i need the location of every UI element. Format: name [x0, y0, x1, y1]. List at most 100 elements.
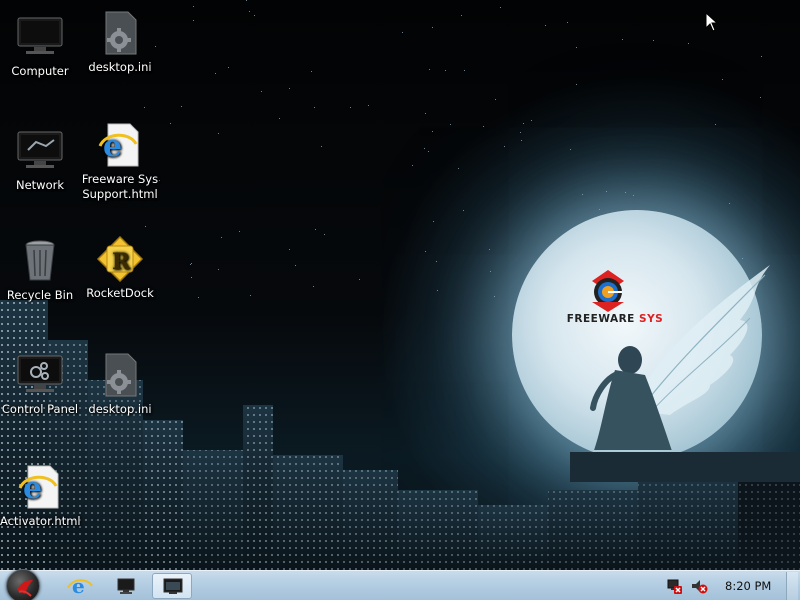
- star: [520, 132, 521, 133]
- star: [429, 69, 430, 70]
- window-icon: [163, 578, 183, 594]
- star: [239, 231, 240, 232]
- star: [144, 107, 145, 108]
- star: [531, 120, 532, 121]
- star: [246, 0, 247, 1]
- star: [567, 22, 568, 23]
- star: [495, 99, 496, 100]
- star: [489, 249, 490, 250]
- star: [433, 221, 434, 222]
- star: [653, 40, 654, 41]
- desktop-icon-label: Network: [15, 178, 65, 192]
- star: [729, 203, 730, 204]
- star: [289, 88, 290, 89]
- start-button[interactable]: [6, 569, 40, 600]
- star: [622, 39, 623, 40]
- taskbar-clock[interactable]: 8:20 PM: [725, 579, 771, 593]
- star: [521, 140, 522, 141]
- star: [633, 195, 634, 196]
- star: [523, 123, 524, 124]
- star: [254, 15, 255, 16]
- taskbar-button-internet-explorer[interactable]: e: [60, 573, 100, 599]
- desktop-icon-freeware-sys-support[interactable]: e Freeware Sys Support.html: [80, 122, 160, 202]
- star: [170, 123, 171, 124]
- svg-text:e: e: [72, 574, 85, 598]
- desktop-icon-label: RocketDock: [86, 286, 154, 300]
- star: [464, 70, 465, 71]
- star: [500, 7, 501, 8]
- star: [324, 234, 325, 235]
- star: [458, 168, 459, 169]
- star: [311, 71, 312, 72]
- star: [424, 148, 425, 149]
- settings-file-icon: [96, 10, 144, 56]
- star: [715, 124, 716, 125]
- star: [432, 131, 433, 132]
- computer-icon: [16, 14, 64, 60]
- desktop-icon-computer[interactable]: Computer: [0, 14, 80, 79]
- show-desktop-button[interactable]: [786, 572, 798, 600]
- star: [402, 32, 403, 33]
- star: [261, 91, 262, 92]
- star: [181, 106, 182, 107]
- html-file-icon: e: [16, 464, 64, 510]
- star: [191, 263, 192, 264]
- network-error-icon[interactable]: [666, 578, 682, 594]
- star: [218, 133, 219, 134]
- star: [193, 20, 194, 21]
- desktop-icon-label: desktop.ini: [88, 60, 152, 74]
- brand-wordmark: FREEWARE SYS: [540, 313, 690, 325]
- star: [350, 107, 351, 108]
- desktop-icon-recycle-bin[interactable]: Recycle Bin: [0, 238, 80, 303]
- star: [483, 126, 484, 127]
- desktop-icon-label: Control Panel: [1, 402, 79, 416]
- desktop-icon-label: Computer: [11, 64, 69, 78]
- star: [191, 277, 192, 278]
- mouse-cursor-icon: [705, 12, 719, 32]
- star: [425, 113, 426, 114]
- star: [599, 209, 600, 210]
- desktop-icon-desktop-ini[interactable]: desktop.ini: [80, 10, 160, 75]
- html-file-icon: e: [96, 122, 144, 168]
- svg-text:R: R: [112, 249, 131, 275]
- star: [428, 151, 429, 152]
- desktop-icon-desktop-ini-2[interactable]: desktop.ini: [80, 352, 160, 417]
- settings-file-icon: [96, 352, 144, 398]
- taskbar-button-window[interactable]: [152, 573, 192, 599]
- desktop-icon-label-line2: Support.html: [82, 187, 158, 201]
- star: [688, 43, 689, 44]
- desktop-icon-control-panel[interactable]: Control Panel: [0, 352, 80, 417]
- star: [279, 118, 280, 119]
- desktop-icon-activator[interactable]: e Activator.html: [0, 464, 81, 529]
- star: [145, 226, 146, 227]
- star: [576, 47, 577, 48]
- star: [432, 27, 433, 28]
- star: [722, 79, 723, 80]
- taskbar-button-monitor[interactable]: [106, 573, 146, 599]
- star: [450, 124, 451, 125]
- star: [425, 251, 426, 252]
- star: [461, 15, 462, 16]
- rocketdock-icon: R: [96, 235, 144, 283]
- star: [582, 194, 583, 195]
- star: [761, 56, 762, 57]
- volume-muted-icon[interactable]: [690, 578, 708, 594]
- star: [436, 261, 437, 262]
- star: [218, 269, 219, 270]
- star: [576, 84, 577, 85]
- network-icon: [16, 128, 64, 174]
- star: [606, 191, 607, 192]
- desktop-icon-rocketdock[interactable]: R RocketDock: [80, 235, 160, 301]
- star: [412, 165, 413, 166]
- star: [625, 192, 626, 193]
- brand-main: FREEWARE: [566, 313, 635, 325]
- monitor-icon: [117, 578, 135, 594]
- star: [445, 70, 446, 71]
- star: [190, 264, 191, 265]
- recycle-bin-icon: [16, 238, 64, 284]
- star: [193, 6, 194, 7]
- star: [314, 107, 315, 108]
- brand-accent: SYS: [639, 313, 664, 325]
- desktop-icon-network[interactable]: Network: [0, 128, 80, 193]
- desktop-icon-label: desktop.ini: [88, 402, 152, 416]
